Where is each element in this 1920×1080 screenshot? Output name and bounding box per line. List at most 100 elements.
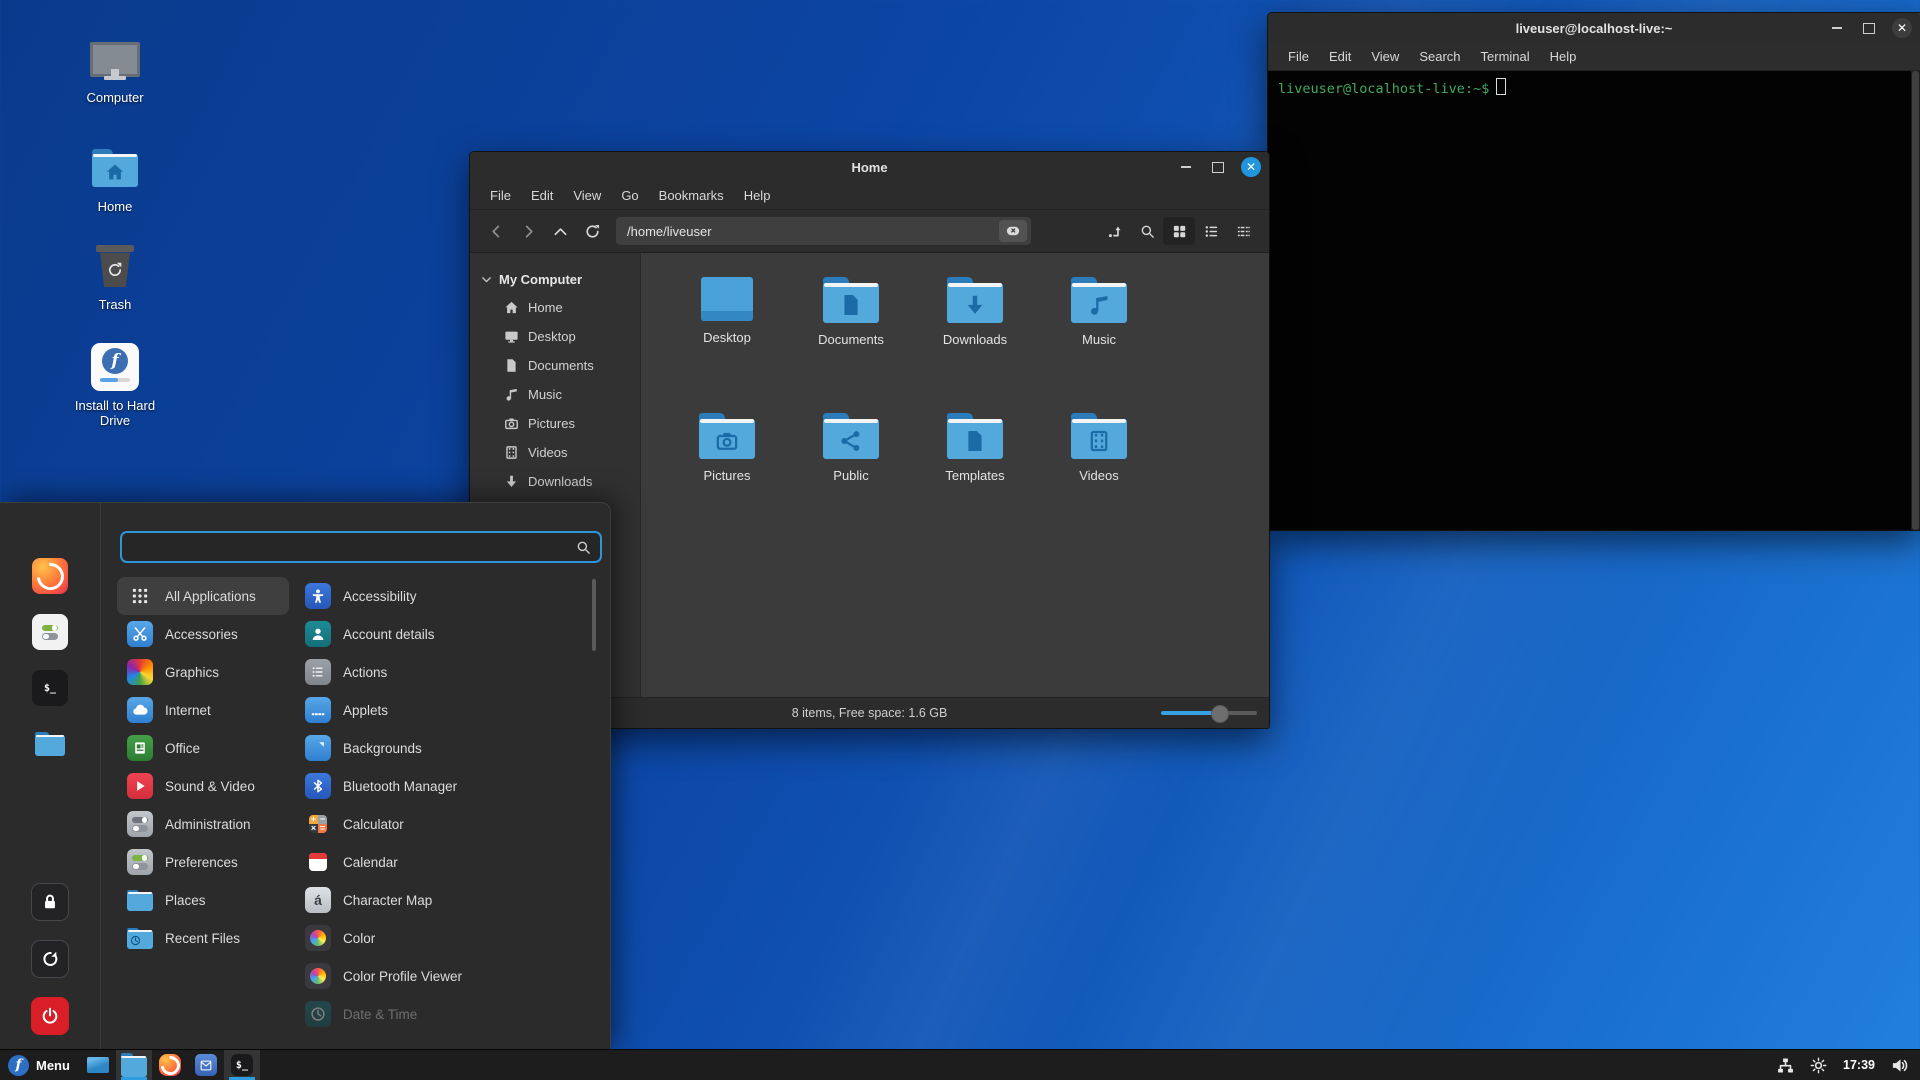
grid-view-button[interactable] <box>1163 217 1195 245</box>
category-all-applications[interactable]: All Applications <box>117 577 289 615</box>
sidebar-item-documents[interactable]: Documents <box>470 351 640 380</box>
taskbar-launcher-firefox[interactable] <box>152 1050 188 1080</box>
share-icon <box>839 429 863 453</box>
terminal-content[interactable]: liveuser@localhost-live:~$ <box>1268 71 1920 530</box>
clear-path-button[interactable] <box>999 220 1027 242</box>
app-applets[interactable]: Applets <box>295 691 687 729</box>
favorite-files[interactable] <box>31 725 69 763</box>
desktop-icon-trash[interactable]: Trash <box>52 241 178 312</box>
file-item-public[interactable]: Public <box>789 405 913 541</box>
file-item-templates[interactable]: Templates <box>913 405 1037 541</box>
app-actions[interactable]: Actions <box>295 653 687 691</box>
sidebar-section-my-computer[interactable]: My Computer <box>470 265 640 293</box>
taskbar-clock[interactable]: 17:39 <box>1843 1058 1875 1072</box>
desktop-icon-home[interactable]: Home <box>52 143 178 214</box>
brightness-icon[interactable] <box>1810 1057 1827 1074</box>
file-item-downloads[interactable]: Downloads <box>913 269 1037 405</box>
fm-menu-bookmarks[interactable]: Bookmarks <box>649 182 734 209</box>
app-accessibility[interactable]: Accessibility <box>295 577 687 615</box>
sidebar-item-music[interactable]: Music <box>470 380 640 409</box>
fm-menu-file[interactable]: File <box>480 182 521 209</box>
category-recent-files[interactable]: Recent Files <box>117 919 289 957</box>
taskbar-launcher-terminal[interactable]: $_ <box>224 1050 260 1080</box>
jump-to-button[interactable] <box>1099 217 1131 245</box>
favorite-firefox[interactable] <box>31 557 69 595</box>
fm-menu-go[interactable]: Go <box>611 182 648 209</box>
terminal-menu-search[interactable]: Search <box>1409 43 1470 70</box>
category-sound-video[interactable]: Sound & Video <box>117 767 289 805</box>
terminal-scrollbar[interactable] <box>1911 71 1920 530</box>
app-calculator[interactable]: +−×=Calculator <box>295 805 687 843</box>
sidebar-item-downloads[interactable]: Downloads <box>470 467 640 496</box>
terminal-menu-file[interactable]: File <box>1278 43 1319 70</box>
app-list-scrollbar[interactable] <box>592 579 596 651</box>
taskbar-launcher-files[interactable] <box>116 1050 152 1080</box>
app-character-map[interactable]: áCharacter Map <box>295 881 687 919</box>
maximize-button[interactable] <box>1860 19 1878 37</box>
close-button[interactable]: ✕ <box>1892 18 1912 38</box>
category-office[interactable]: Office <box>117 729 289 767</box>
fm-menu-edit[interactable]: Edit <box>521 182 563 209</box>
up-button[interactable] <box>544 217 576 245</box>
desktop-icon-computer[interactable]: Computer <box>52 34 178 105</box>
minimize-button[interactable] <box>1828 19 1846 37</box>
terminal-menu-view[interactable]: View <box>1361 43 1409 70</box>
sidebar-item-pictures[interactable]: Pictures <box>470 409 640 438</box>
close-button[interactable]: ✕ <box>1241 157 1261 177</box>
refresh-button[interactable] <box>576 217 608 245</box>
maximize-button[interactable] <box>1209 158 1227 176</box>
path-bar[interactable]: /home/liveuser <box>616 217 1031 245</box>
sidebar-item-videos[interactable]: Videos <box>470 438 640 467</box>
file-item-documents[interactable]: Documents <box>789 269 913 405</box>
minimize-button[interactable] <box>1177 158 1195 176</box>
app-account-details[interactable]: Account details <box>295 615 687 653</box>
app-bluetooth-manager[interactable]: Bluetooth Manager <box>295 767 687 805</box>
category-administration[interactable]: Administration <box>117 805 289 843</box>
app-calendar[interactable]: Calendar <box>295 843 687 881</box>
zoom-slider-handle[interactable] <box>1211 705 1229 723</box>
app-backgrounds[interactable]: Backgrounds <box>295 729 687 767</box>
file-item-music[interactable]: Music <box>1037 269 1161 405</box>
terminal-menu-edit[interactable]: Edit <box>1319 43 1361 70</box>
app-color[interactable]: Color <box>295 919 687 957</box>
zoom-slider[interactable] <box>1161 705 1257 721</box>
category-accessories[interactable]: Accessories <box>117 615 289 653</box>
terminal-menu-terminal[interactable]: Terminal <box>1471 43 1540 70</box>
search-input[interactable] <box>122 540 576 555</box>
category-graphics[interactable]: Graphics <box>117 653 289 691</box>
logout-button[interactable] <box>31 940 69 978</box>
forward-button[interactable] <box>512 217 544 245</box>
sidebar-item-home[interactable]: Home <box>470 293 640 322</box>
file-item-pictures[interactable]: Pictures <box>665 405 789 541</box>
favorite-terminal[interactable]: $_ <box>31 669 69 707</box>
file-item-videos[interactable]: Videos <box>1037 405 1161 541</box>
app-color-profile-viewer[interactable]: Color Profile Viewer <box>295 957 687 995</box>
taskbar-launcher-mail[interactable] <box>188 1050 224 1080</box>
search-button[interactable] <box>1131 217 1163 245</box>
menu-search-box[interactable] <box>120 531 602 563</box>
person-blue-icon <box>305 583 331 609</box>
list-view-button[interactable] <box>1195 217 1227 245</box>
fm-menu-view[interactable]: View <box>563 182 611 209</box>
file-list-view[interactable]: DesktopDocumentsDownloadsMusic PicturesPu… <box>641 253 1269 697</box>
terminal-titlebar[interactable]: liveuser@localhost-live:~ ✕ <box>1268 13 1920 43</box>
sidebar-item-desktop[interactable]: Desktop <box>470 322 640 351</box>
favorite-settings[interactable] <box>31 613 69 651</box>
desktop-icon-install[interactable]: f Install to Hard Drive <box>52 342 178 428</box>
network-icon[interactable] <box>1777 1057 1794 1074</box>
menu-button[interactable]: f Menu <box>0 1050 80 1080</box>
category-preferences[interactable]: Preferences <box>117 843 289 881</box>
compact-view-button[interactable] <box>1227 217 1259 245</box>
volume-icon[interactable] <box>1891 1057 1908 1074</box>
app-date-time[interactable]: Date & Time <box>295 995 687 1033</box>
category-internet[interactable]: Internet <box>117 691 289 729</box>
lock-button[interactable] <box>31 883 69 921</box>
shutdown-button[interactable] <box>31 997 69 1035</box>
terminal-menu-help[interactable]: Help <box>1540 43 1587 70</box>
taskbar-launcher-show-desktop[interactable] <box>80 1050 116 1080</box>
category-places[interactable]: Places <box>117 881 289 919</box>
fm-menu-help[interactable]: Help <box>734 182 781 209</box>
back-button[interactable] <box>480 217 512 245</box>
file-manager-titlebar[interactable]: Home ✕ <box>470 152 1269 182</box>
file-item-desktop[interactable]: Desktop <box>665 269 789 405</box>
